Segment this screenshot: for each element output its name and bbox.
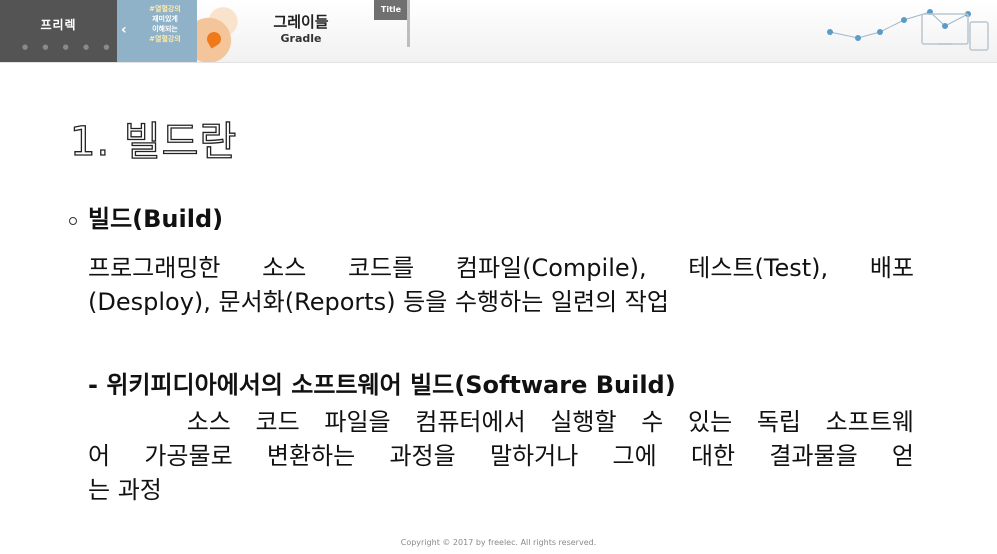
copyright-footer: Copyright © 2017 by freelec. All rights … xyxy=(400,538,597,547)
wiki-heading: - 위키피디아에서의 소프트웨어 빌드(Software Build) xyxy=(88,371,676,399)
bullet-circle-icon xyxy=(69,217,77,225)
promo-line: #열혈강의 xyxy=(149,35,181,43)
chevron-left-icon: ‹ xyxy=(121,22,127,38)
brand-box: 프리렉 ● ● ● ● ● xyxy=(0,0,117,62)
wiki-line: 는 과정 xyxy=(88,476,162,504)
promo-banner: ‹ #열혈강의 재미있게 이해되는 #열혈강의 xyxy=(117,0,197,62)
description-line: 프로그래밍한 소스 코드를 컴파일(Compile), 테스트(Test), 배… xyxy=(88,254,914,282)
promo-line: 이해되는 xyxy=(152,25,178,33)
brand-name: 프리렉 xyxy=(40,18,77,32)
top-banner: 프리렉 ● ● ● ● ● ‹ #열혈강의 재미있게 이해되는 #열혈강의 그레… xyxy=(0,0,997,63)
promo-text: #열혈강의 재미있게 이해되는 #열혈강의 xyxy=(133,4,197,44)
network-devices-icon xyxy=(827,9,989,51)
decorative-orange-graphic xyxy=(197,0,255,62)
wiki-definition: 소스 코드 파일을 컴퓨터에서 실행할 수 있는 독립 소프트웨 어 가공물로 … xyxy=(88,405,914,507)
wiki-line: 소스 코드 파일을 컴퓨터에서 실행할 수 있는 독립 소프트웨 xyxy=(88,408,914,436)
description-paragraph: 프로그래밍한 소스 코드를 컴파일(Compile), 테스트(Test), 배… xyxy=(88,251,914,319)
course-subtitle: Gradle xyxy=(280,32,322,45)
title-tab: Title xyxy=(374,0,408,20)
promo-line: 재미있게 xyxy=(152,15,178,23)
description-line: (Desploy), 문서화(Reports) 등을 수행하는 일련의 작업 xyxy=(88,288,669,316)
title-divider xyxy=(407,0,410,47)
course-title: 그레이들 xyxy=(273,13,329,31)
page-title: 1. 빌드란 xyxy=(69,118,238,165)
bullet-heading: 빌드(Build) xyxy=(88,205,224,233)
brand-dots: ● ● ● ● ● xyxy=(22,43,116,51)
wiki-line: 어 가공물로 변환하는 과정을 말하거나 그에 대한 결과물을 얻 xyxy=(88,442,914,470)
promo-line: #열혈강의 xyxy=(149,5,181,13)
